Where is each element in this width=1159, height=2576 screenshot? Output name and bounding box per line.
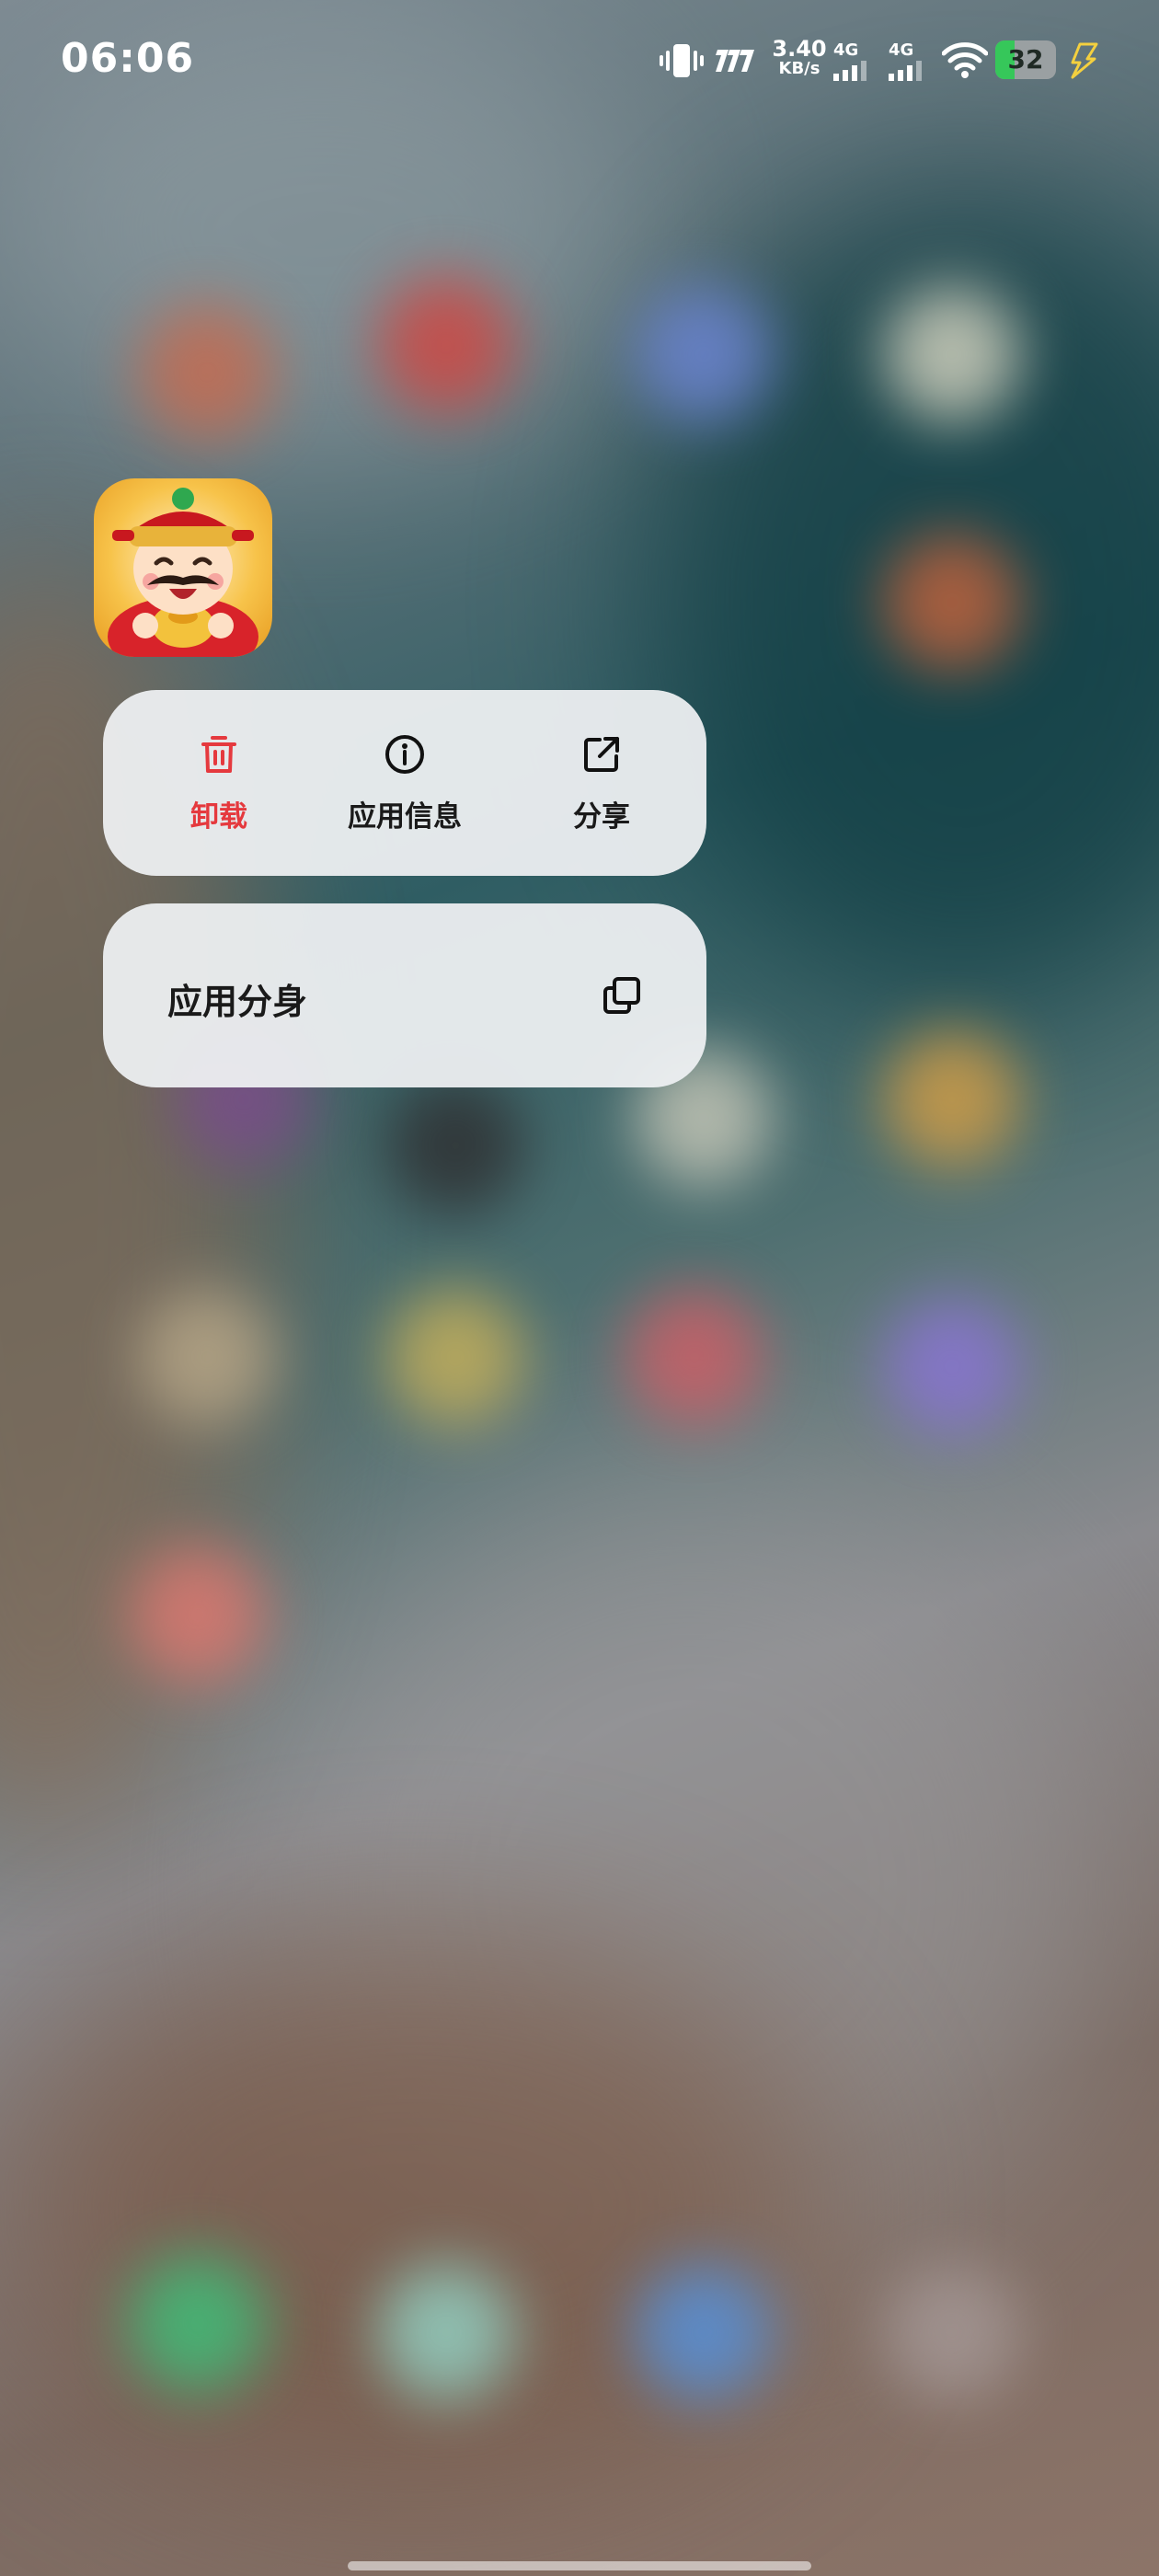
share-label: 分享 — [573, 800, 630, 834]
wallpaper-blur — [0, 1932, 828, 2484]
network-speed: 3.40 KB/s — [771, 37, 828, 77]
blurred-dock-icon — [129, 2254, 267, 2392]
blurred-app-icon — [386, 1076, 524, 1214]
network-speed-value: 3.40 — [772, 36, 827, 62]
signal-icon — [833, 61, 866, 81]
blurred-app-icon — [883, 534, 1021, 672]
god-of-wealth-app-icon[interactable] — [94, 478, 272, 657]
info-icon — [385, 735, 424, 774]
clone-icon — [603, 977, 640, 1014]
signal-icon — [889, 61, 922, 81]
sim2-network-type: 4G — [889, 40, 914, 60]
blurred-app-icon — [138, 304, 276, 442]
god-of-wealth-illustration — [108, 488, 258, 657]
share-icon — [584, 737, 619, 772]
share-button[interactable]: 分享 — [510, 690, 694, 876]
uninstall-button[interactable]: 卸载 — [127, 690, 311, 876]
clock: 06:06 — [61, 35, 195, 82]
blurred-app-icon — [883, 285, 1021, 423]
app-info-button[interactable]: 应用信息 — [313, 690, 497, 876]
battery-icon: 32 — [995, 40, 1056, 79]
battery-level-text: 32 — [1007, 44, 1044, 75]
blurred-app-icon — [129, 1546, 267, 1684]
app-info-label: 应用信息 — [348, 800, 462, 834]
hd-voice-icon — [716, 50, 754, 72]
uninstall-label: 卸载 — [190, 800, 247, 834]
app-clone-label: 应用分身 — [167, 982, 308, 1022]
trash-icon — [201, 736, 236, 773]
home-indicator[interactable] — [348, 2561, 811, 2570]
blurred-app-icon — [883, 1297, 1021, 1435]
blurred-dock-icon — [883, 2263, 1021, 2401]
app-clone-menu-item[interactable]: 应用分身 — [103, 903, 706, 1087]
blurred-app-icon — [635, 285, 773, 423]
status-bar: 06:06 3.40 KB/s 4G 4G 32 — [0, 0, 1159, 125]
wifi-icon — [942, 42, 988, 78]
home-screen: 06:06 3.40 KB/s 4G 4G 32 卸载 应用信息 分享 应用分身 — [0, 0, 1159, 2576]
vibrate-icon — [660, 44, 704, 77]
blurred-app-icon — [377, 276, 515, 414]
blurred-app-icon — [883, 1030, 1021, 1168]
blurred-app-icon — [386, 1288, 524, 1426]
blurred-app-icon — [625, 1288, 763, 1426]
app-quick-actions-menu: 卸载 应用信息 分享 — [103, 690, 706, 876]
blurred-dock-icon — [377, 2263, 515, 2401]
sim1-network-type: 4G — [833, 40, 859, 60]
blurred-app-icon — [138, 1288, 276, 1426]
network-speed-unit: KB/s — [778, 59, 820, 78]
charging-icon — [1071, 42, 1098, 79]
blurred-dock-icon — [635, 2263, 773, 2401]
